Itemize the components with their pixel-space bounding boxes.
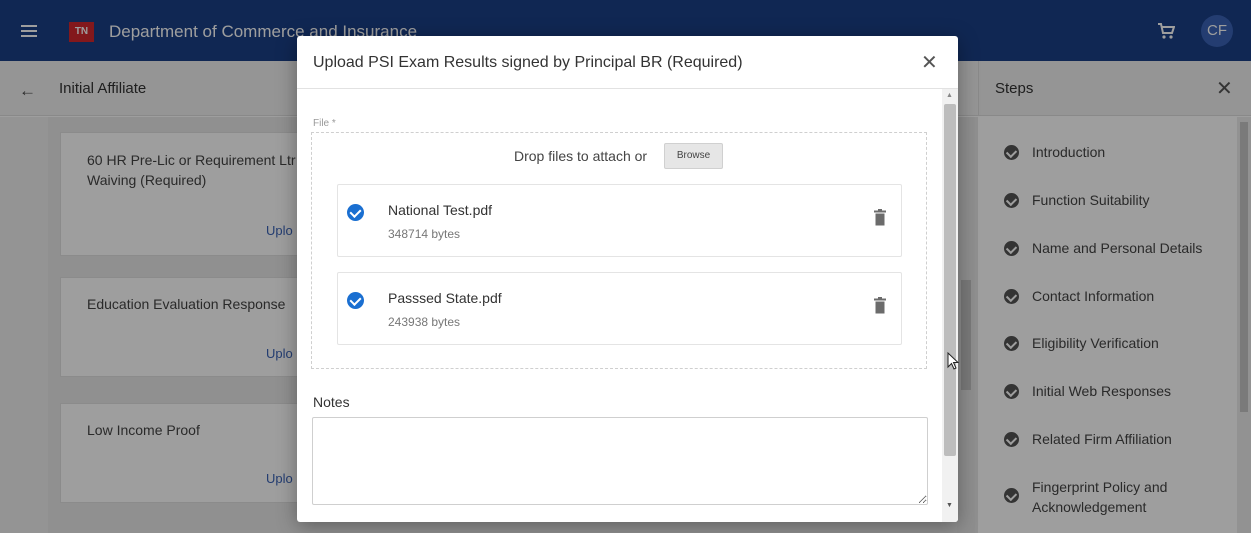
mouse-cursor-icon [947, 352, 959, 370]
scroll-down-arrow-icon[interactable]: ▼ [946, 502, 953, 509]
trash-icon[interactable] [874, 209, 886, 226]
notes-label: Notes [313, 394, 350, 410]
file-name: National Test.pdf [388, 202, 493, 218]
dialog-title: Upload PSI Exam Results signed by Princi… [313, 54, 743, 71]
check-circle-icon [347, 292, 364, 309]
file-field-label: File * [313, 118, 336, 129]
drop-instructions: Drop files to attach or [514, 148, 648, 164]
attached-file: Passsed State.pdf 243938 bytes [337, 272, 902, 345]
browse-button[interactable]: Browse [664, 143, 723, 169]
divider [297, 88, 958, 89]
close-icon[interactable]: ✕ [921, 50, 938, 75]
dialog-scrollbar-thumb[interactable] [944, 104, 956, 456]
file-name: Passsed State.pdf [388, 290, 502, 306]
upload-dialog: Upload PSI Exam Results signed by Princi… [297, 36, 958, 522]
check-circle-icon [347, 204, 364, 221]
file-size: 243938 bytes [388, 315, 461, 329]
notes-textarea[interactable] [312, 417, 928, 505]
attached-file: National Test.pdf 348714 bytes [337, 184, 902, 257]
scroll-up-arrow-icon[interactable]: ▲ [946, 92, 953, 99]
trash-icon[interactable] [874, 297, 886, 314]
file-size: 348714 bytes [388, 227, 461, 241]
